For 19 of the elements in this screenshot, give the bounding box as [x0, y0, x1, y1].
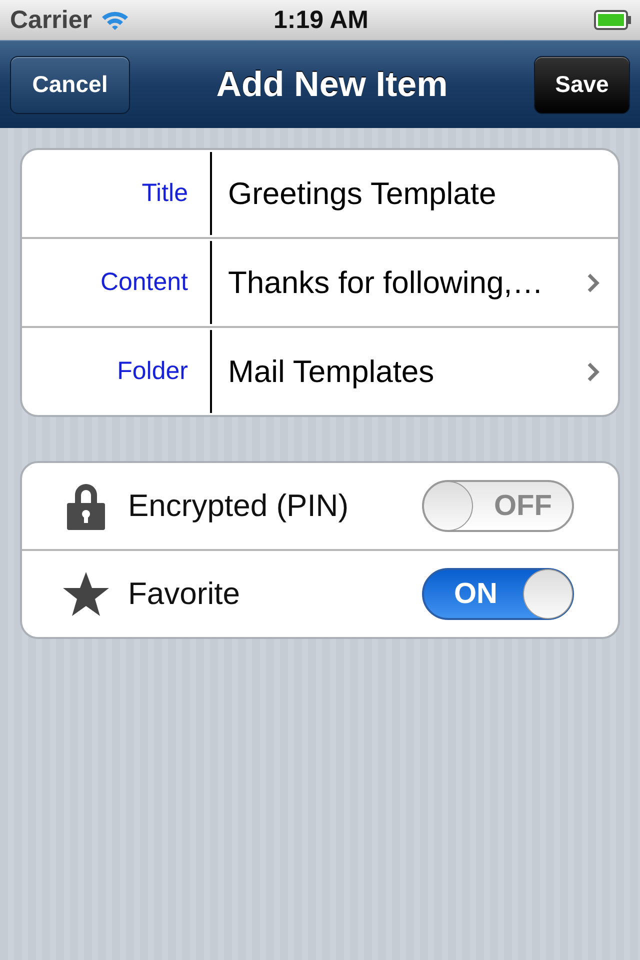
toggle-switch[interactable]: ON [422, 568, 574, 620]
chevron-icon [586, 360, 600, 382]
toggle-label: Favorite [128, 576, 241, 612]
field-label: Content [99, 268, 189, 297]
cancel-button[interactable]: Cancel [10, 56, 130, 114]
chevron-icon [586, 272, 600, 294]
field-label: Title [140, 179, 189, 208]
battery-icon [594, 10, 632, 30]
toggle-label: Encrypted (PIN) [128, 488, 350, 524]
field-value: Thanks for following,… [228, 264, 544, 300]
carrier-name: Carrier [10, 6, 92, 34]
star-icon [62, 571, 110, 617]
status-time: 1:19 AM [274, 6, 368, 34]
wifi-icon [100, 9, 130, 31]
field-label: Folder [116, 357, 189, 386]
field-value: Mail Templates [228, 354, 436, 390]
save-button[interactable]: Save [534, 56, 630, 114]
field-value[interactable]: Greetings Template [228, 176, 600, 212]
screen-title: Add New Item [216, 64, 448, 104]
